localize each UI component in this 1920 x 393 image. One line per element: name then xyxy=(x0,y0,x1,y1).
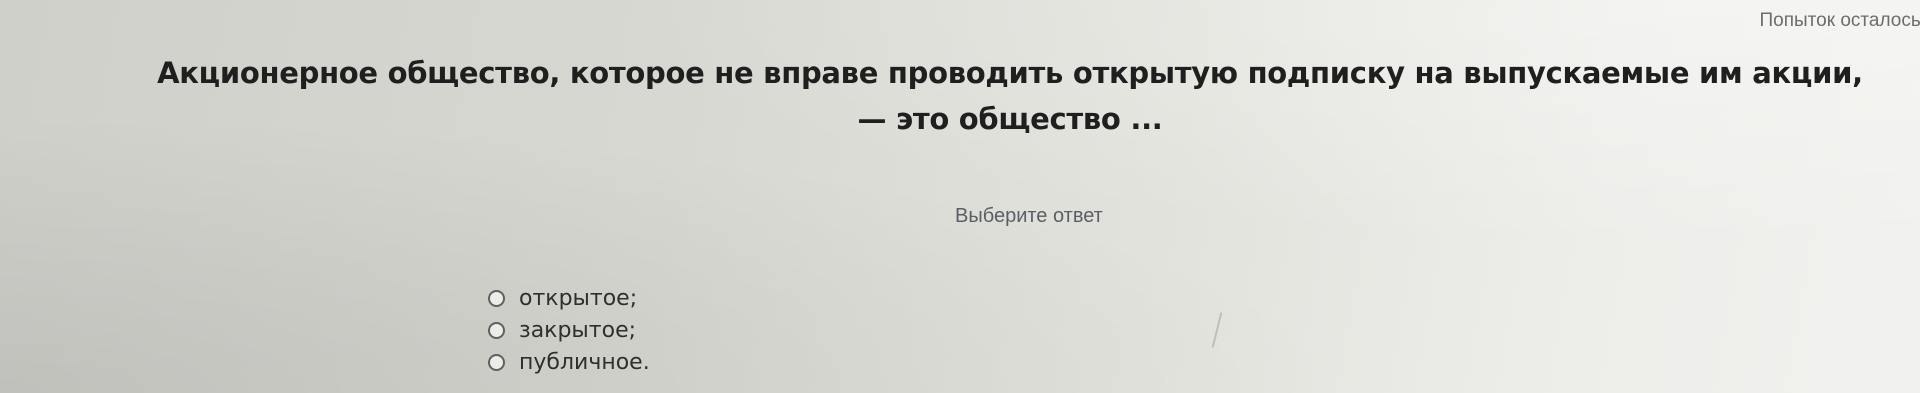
answer-option-label: открытое; xyxy=(519,285,638,311)
answer-option-label: закрытое; xyxy=(519,317,637,343)
attempts-remaining-label: Попыток осталось: xyxy=(1759,10,1920,31)
answer-option-3[interactable]: публичное. xyxy=(488,346,650,378)
answer-prompt: Выберите ответ xyxy=(955,205,1103,227)
radio-button-icon[interactable] xyxy=(488,321,505,339)
radio-button-icon[interactable] xyxy=(488,289,505,307)
answer-option-2[interactable]: закрытое; xyxy=(488,314,650,346)
answer-option-1[interactable]: открытое; xyxy=(488,282,650,314)
answer-option-label: публичное. xyxy=(519,349,650,375)
screen-scratch xyxy=(1211,312,1223,348)
answer-options-list: открытое; закрытое; публичное. xyxy=(488,282,650,378)
question-text: Акционерное общество, которое не вправе … xyxy=(157,56,1863,136)
radio-button-icon[interactable] xyxy=(488,353,505,371)
